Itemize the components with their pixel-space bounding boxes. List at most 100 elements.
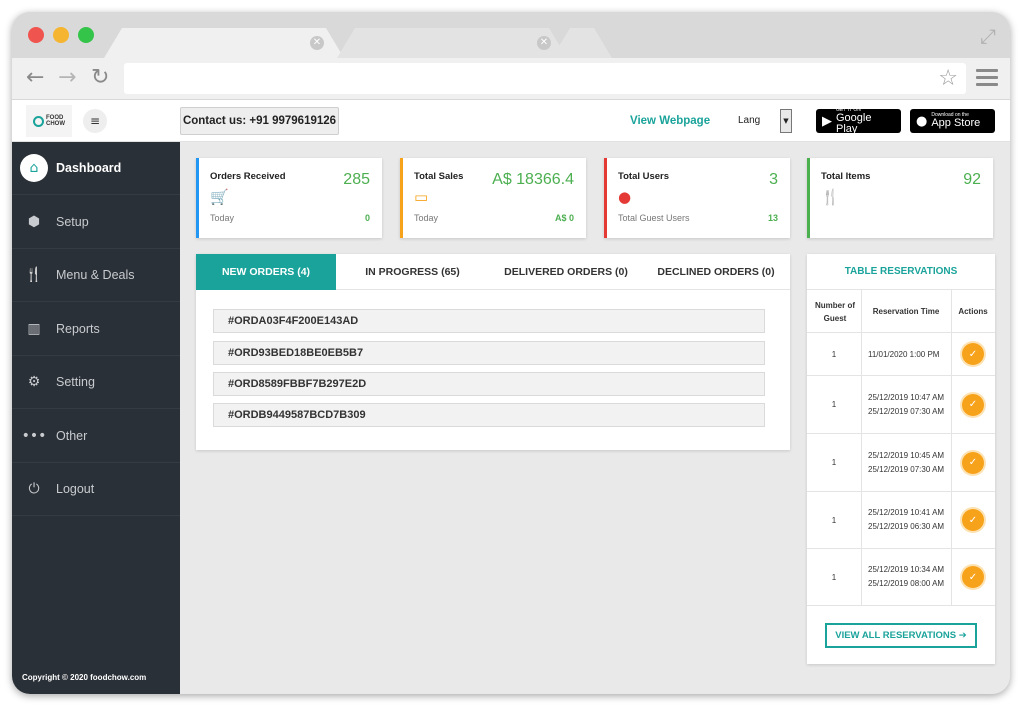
card-sub-value: 13 bbox=[767, 213, 778, 223]
card-sub-label: Today bbox=[414, 213, 439, 223]
app-store-button[interactable]: ● Download on the App Store bbox=[910, 109, 995, 133]
utensils-icon: 🍴 bbox=[25, 267, 43, 283]
card-sub-label: Total Guest Users bbox=[618, 213, 690, 223]
language-label: Lang bbox=[738, 115, 761, 126]
sidebar-item-reports[interactable]: ▥ Reports bbox=[12, 303, 180, 356]
user-icon: ● bbox=[618, 188, 632, 206]
card-value: A$ 18366.4 bbox=[492, 171, 574, 188]
order-row[interactable]: #ORD93BED18BE0EB5B7 bbox=[213, 341, 765, 365]
reservation-time: 25/12/2019 10:47 AM 25/12/2019 07:30 AM bbox=[868, 392, 945, 416]
tab-in-progress[interactable]: IN PROGRESS (65) bbox=[341, 254, 484, 290]
resize-icon[interactable]: ⤢ bbox=[980, 24, 996, 48]
play-icon: ▶ bbox=[822, 113, 832, 129]
sidebar-item-label: Other bbox=[56, 429, 88, 443]
browser-tab[interactable]: ✕ bbox=[337, 28, 567, 58]
total-users-card[interactable]: Total Users 3 ● Total Guest Users 13 bbox=[604, 158, 790, 238]
close-icon[interactable]: ✕ bbox=[537, 36, 551, 50]
copyright-text: Copyright © 2020 foodchow.com bbox=[22, 673, 147, 682]
guest-count: 1 bbox=[831, 458, 837, 467]
reload-icon[interactable]: ↻ bbox=[91, 66, 109, 90]
close-icon[interactable]: ✕ bbox=[310, 36, 324, 50]
tab-delivered-orders[interactable]: DELIVERED ORDERS (0) bbox=[492, 254, 640, 290]
reservation-time: 25/12/2019 10:41 AM 25/12/2019 06:30 AM bbox=[868, 508, 945, 531]
sidebar-item-menu-deals[interactable]: 🍴 Menu & Deals bbox=[12, 249, 180, 302]
sidebar-item-logout[interactable]: ⏻ Logout bbox=[12, 463, 180, 516]
sidebar-item-label: Reports bbox=[56, 322, 100, 336]
google-play-label: Google Play bbox=[836, 111, 872, 135]
reservations-title: TABLE RESERVATIONS bbox=[807, 254, 995, 290]
sidebar-item-setup[interactable]: ⬢ Setup bbox=[12, 196, 180, 249]
menu-icon[interactable] bbox=[976, 69, 998, 90]
confirm-check-icon[interactable]: ✓ bbox=[962, 509, 984, 531]
card-value: 285 bbox=[343, 171, 370, 188]
sidebar-item-dashboard[interactable]: ⌂ Dashboard bbox=[12, 142, 180, 195]
tab-declined-orders[interactable]: DECLINED ORDERS (0) bbox=[644, 254, 788, 290]
star-icon[interactable]: ☆ bbox=[938, 66, 958, 91]
card-title: Total Items bbox=[821, 171, 871, 182]
reservation-time: 25/12/2019 10:34 AM 25/12/2019 08:00 AM bbox=[868, 565, 945, 588]
sidebar-item-label: Setting bbox=[56, 375, 95, 389]
logo-text-bottom: CHOW bbox=[46, 121, 65, 127]
close-window-button[interactable] bbox=[28, 27, 44, 43]
new-tab[interactable] bbox=[552, 28, 612, 58]
home-icon: ⌂ bbox=[20, 154, 48, 182]
table-row: 1 25/12/2019 10:47 AM 25/12/2019 07:30 A… bbox=[807, 376, 995, 434]
gear-icon: ⚙ bbox=[27, 374, 41, 390]
sidebar-item-label: Menu & Deals bbox=[56, 268, 135, 282]
cart-icon: 🛒 bbox=[210, 188, 229, 206]
column-header-actions: Actions bbox=[958, 307, 988, 316]
card-value: 92 bbox=[963, 171, 981, 188]
hamburger-menu-icon[interactable]: ≡ bbox=[83, 109, 107, 133]
view-all-reservations-button[interactable]: VIEW ALL RESERVATIONS ➔ bbox=[825, 623, 977, 648]
card-value: 3 bbox=[769, 171, 778, 188]
column-header-time: Reservation Time bbox=[872, 307, 940, 316]
logo-icon bbox=[33, 115, 44, 127]
back-arrow-icon[interactable]: ← bbox=[26, 66, 44, 90]
cube-icon: ⬢ bbox=[27, 214, 41, 230]
card-title: Total Sales bbox=[414, 171, 464, 182]
sidebar: ⌂ Dashboard ⬢ Setup 🍴 Menu & Deals ▥ Rep… bbox=[12, 142, 180, 694]
google-play-button[interactable]: ▶ GET IT ON Google Play bbox=[816, 107, 901, 135]
apple-icon: ● bbox=[916, 113, 928, 129]
orders-received-card[interactable]: Orders Received 285 🛒 Today 0 bbox=[196, 158, 382, 238]
reservation-time: 11/01/2020 1:00 PM bbox=[868, 349, 940, 359]
order-row[interactable]: #ORD8589FBBF7B297E2D bbox=[213, 372, 765, 396]
minimize-window-button[interactable] bbox=[53, 27, 69, 43]
app-store-label: App Store bbox=[931, 117, 981, 129]
table-reservations-panel: TABLE RESERVATIONS Number of Guest Reser… bbox=[807, 254, 995, 664]
confirm-check-icon[interactable]: ✓ bbox=[962, 393, 984, 416]
card-title: Total Users bbox=[618, 171, 670, 182]
total-items-card[interactable]: Total Items 92 🍴 bbox=[807, 158, 993, 238]
card-sub-label: Today bbox=[210, 213, 235, 223]
confirm-check-icon[interactable]: ✓ bbox=[962, 566, 984, 588]
app-content: FOOD CHOW ≡ Contact us: +91 9979619126 V… bbox=[12, 100, 1010, 694]
dropdown-arrow-icon: ▼ bbox=[780, 109, 792, 133]
sidebar-item-label: Setup bbox=[56, 215, 89, 229]
orders-panel: NEW ORDERS (4) IN PROGRESS (65) DELIVERE… bbox=[196, 254, 790, 450]
browser-tab-bar: ✕ ✕ ⤢ bbox=[12, 12, 1010, 58]
sidebar-item-setting[interactable]: ⚙ Setting bbox=[12, 356, 180, 409]
confirm-check-icon[interactable]: ✓ bbox=[962, 451, 984, 474]
reservation-time: 25/12/2019 10:45 AM 25/12/2019 07:30 AM bbox=[868, 450, 945, 474]
logo[interactable]: FOOD CHOW bbox=[26, 105, 72, 137]
language-select[interactable]: Lang ▼ bbox=[732, 109, 792, 133]
contact-button[interactable]: Contact us: +91 9979619126 bbox=[180, 107, 339, 135]
order-row[interactable]: #ORDA03F4F200E143AD bbox=[213, 309, 765, 333]
forward-arrow-icon[interactable]: → bbox=[58, 66, 76, 90]
confirm-check-icon[interactable]: ✓ bbox=[962, 343, 984, 365]
browser-nav-bar: ← → ↻ ☆ bbox=[12, 58, 1010, 100]
url-bar[interactable]: ☆ bbox=[124, 63, 966, 94]
sidebar-item-other[interactable]: ••• Other bbox=[12, 410, 180, 463]
card-sub-value: 0 bbox=[364, 213, 370, 223]
table-row: 1 25/12/2019 10:45 AM 25/12/2019 07:30 A… bbox=[807, 434, 995, 492]
card-title: Orders Received bbox=[210, 171, 286, 182]
tab-new-orders[interactable]: NEW ORDERS (4) bbox=[196, 254, 336, 290]
browser-tab-active[interactable]: ✕ bbox=[104, 28, 344, 58]
order-row[interactable]: #ORDB9449587BCD7B309 bbox=[213, 403, 765, 427]
arrow-right-icon: ➔ bbox=[958, 630, 967, 641]
maximize-window-button[interactable] bbox=[78, 27, 94, 43]
card-sub-value: A$ 0 bbox=[554, 213, 574, 223]
view-webpage-link[interactable]: View Webpage bbox=[630, 115, 710, 127]
total-sales-card[interactable]: Total Sales A$ 18366.4 ▭ Today A$ 0 bbox=[400, 158, 586, 238]
guest-count: 1 bbox=[831, 572, 837, 582]
